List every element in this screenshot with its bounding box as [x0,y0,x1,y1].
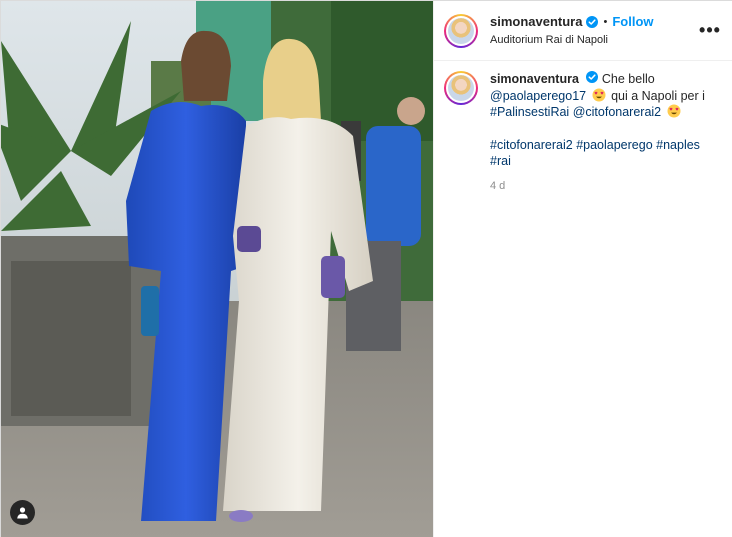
author-avatar[interactable] [444,13,478,48]
caption-comment: simonaventura Che bello @paolaperego17 q… [444,71,724,194]
header-text: simonaventura • Follow Auditorium Rai di… [490,14,654,48]
verified-badge-icon [586,71,599,83]
hashtag-list: #citofonarerai2 #paolaperego #naples #ra… [490,137,718,170]
user-tag-button[interactable] [10,500,35,525]
caption-text-2: qui a Napoli per [611,88,699,103]
heart-eyes-emoji [592,88,606,101]
more-options-icon: ••• [699,19,721,40]
author-username[interactable]: simonaventura [490,14,582,30]
post-side-panel: simonaventura • Follow Auditorium Rai di… [433,1,732,537]
hashtag-link[interactable]: #paolaperego [576,138,652,152]
caption-text-1: Che bello [601,72,655,86]
verified-badge-icon [586,15,599,28]
caption-body: simonaventura Che bello @paolaperego17 q… [490,71,718,194]
hashtag-link[interactable]: #citofonarerai2 [490,138,573,152]
header-separator: • [603,15,608,28]
hashtag-link[interactable]: #rai [490,154,511,168]
follow-button[interactable]: Follow [612,14,653,30]
user-tag-icon [17,507,28,519]
caption-author-avatar[interactable] [444,71,478,105]
hashtag-link[interactable]: #PalinsestiRai [490,105,569,119]
heart-eyes-emoji [667,104,681,118]
post-photo[interactable] [1,1,433,537]
post-timestamp[interactable]: 4 d [490,178,718,195]
post-header: simonaventura • Follow Auditorium Rai di… [434,1,732,61]
more-options-button[interactable]: ••• [699,19,721,40]
hashtag-link[interactable]: #naples [656,138,700,152]
instagram-post-window: simonaventura • Follow Auditorium Rai di… [0,0,732,537]
caption-text-3: i [702,88,705,103]
photo-illustration [1,1,433,537]
mention-link[interactable]: @paolaperego17 [490,89,586,103]
caption-username[interactable]: simonaventura [490,72,579,86]
mention-link[interactable]: @citofonarerai2 [573,105,661,119]
post-location[interactable]: Auditorium Rai di Napoli [490,32,654,48]
